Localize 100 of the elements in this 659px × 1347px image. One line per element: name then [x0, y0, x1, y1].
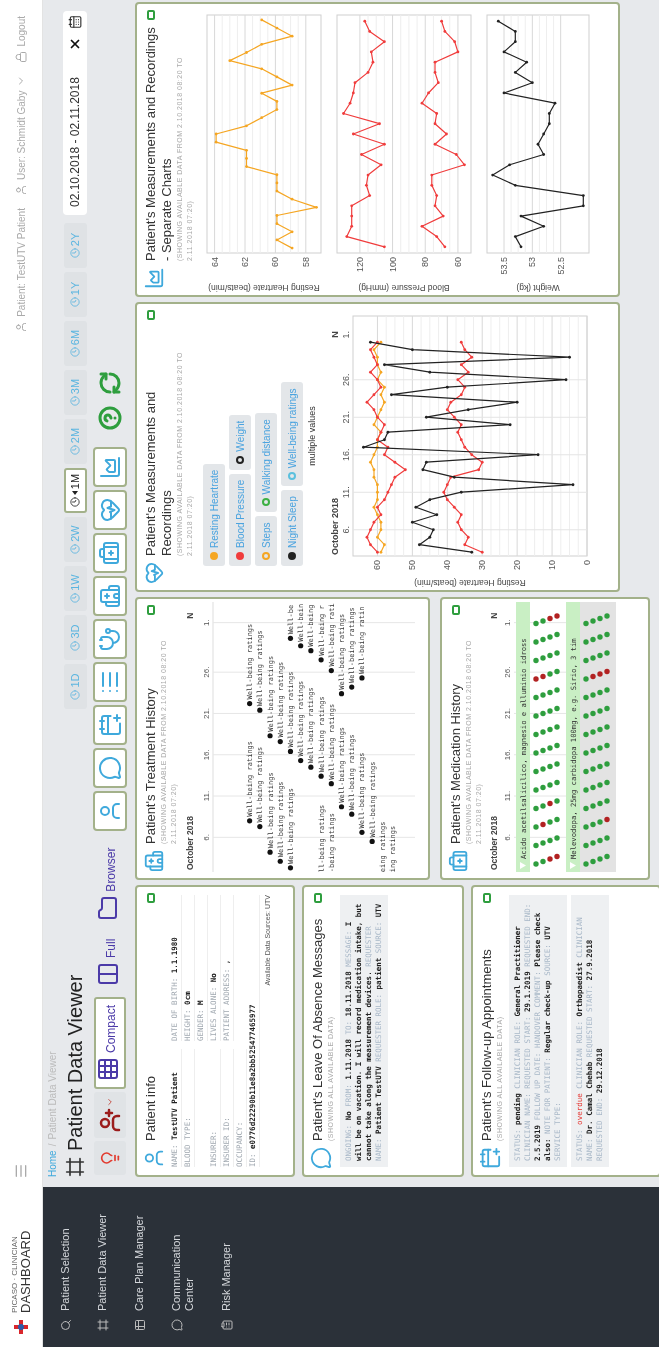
- toggle-icon[interactable]: [452, 605, 460, 615]
- panel-title: Patient's Leave Of Absence Messages: [310, 917, 326, 1141]
- event-marker: [287, 635, 294, 641]
- clock-icon: [70, 543, 80, 554]
- toggle-icon[interactable]: [147, 605, 155, 615]
- sidebar-item[interactable]: Risk Manager: [208, 1187, 245, 1347]
- add-patient-button[interactable]: [94, 1092, 126, 1138]
- time-range-button[interactable]: 1M: [63, 468, 87, 513]
- hospital-icon: [143, 850, 165, 872]
- event-marker: [359, 675, 365, 681]
- panel-button[interactable]: [93, 618, 127, 659]
- tick-label: 6.: [341, 526, 351, 534]
- panel-button[interactable]: [93, 704, 127, 745]
- tick-label: 52.5: [555, 257, 566, 275]
- toggle-icon[interactable]: [147, 893, 155, 903]
- event-marker: [287, 748, 294, 755]
- tick-label: 21.: [341, 411, 351, 424]
- sidebar-item[interactable]: Communication Center: [158, 1187, 208, 1347]
- date-label: 21.: [202, 707, 211, 720]
- tick-label: 26.: [341, 373, 351, 386]
- time-range-button[interactable]: 1W: [63, 566, 87, 611]
- time-range-button[interactable]: 1D: [63, 664, 87, 709]
- tick-label: 120: [354, 257, 365, 273]
- event-marker: [298, 643, 304, 649]
- series-toggle[interactable]: Blood Pressure: [229, 473, 251, 566]
- event-marker: [349, 811, 355, 817]
- panel-title: Patient's Measurements and Recordings - Separate Charts: [143, 26, 175, 261]
- date-label: 1.: [202, 619, 211, 626]
- time-range-button[interactable]: 3M: [63, 370, 87, 415]
- event-marker: [277, 738, 283, 745]
- chart-title: multiple values: [307, 406, 317, 466]
- panel-button[interactable]: [93, 575, 127, 616]
- date-label: 1.: [503, 619, 512, 626]
- series-toggle[interactable]: Walking distance: [255, 413, 277, 513]
- event-marker: [267, 733, 273, 739]
- clock-icon: [70, 297, 80, 308]
- stethoscope-icon: [98, 626, 122, 651]
- panel-button[interactable]: [93, 747, 127, 788]
- view-mode-button[interactable]: Compact: [94, 996, 126, 1089]
- sidebar-item[interactable]: Patient Selection: [47, 1187, 84, 1347]
- logo-icon: [13, 1319, 29, 1335]
- clock-icon: [70, 497, 80, 508]
- date-range-field[interactable]: 02.10.2018 - 02.11.2018: [63, 55, 87, 215]
- tick-label: 53: [527, 257, 538, 267]
- event-marker: [267, 849, 273, 855]
- user-menu[interactable]: User: Schmidt Gaby: [13, 74, 29, 197]
- calendar-icon: [68, 15, 82, 29]
- time-range-button[interactable]: 2Y: [63, 223, 87, 268]
- event-marker: [338, 804, 345, 810]
- tips-button[interactable]: [94, 1141, 126, 1175]
- event-marker: [277, 858, 283, 864]
- calendar-button[interactable]: [63, 11, 87, 33]
- event-marker: [298, 757, 304, 764]
- view-mode-button[interactable]: Full: [94, 930, 126, 994]
- toggle-icon[interactable]: [314, 893, 322, 903]
- clock-icon: [70, 347, 80, 358]
- event-marker: [318, 657, 324, 663]
- panel-button[interactable]: [93, 532, 127, 573]
- date-label: 6.: [503, 834, 512, 841]
- toggle-icon[interactable]: [483, 893, 491, 903]
- tick-label: 60: [270, 257, 281, 267]
- time-range-button[interactable]: 6M: [63, 321, 87, 366]
- panel-button[interactable]: [93, 446, 127, 487]
- event-marker: [369, 838, 375, 845]
- month-label: N: [185, 612, 195, 619]
- panel-button[interactable]: [93, 661, 127, 702]
- clock-icon: [70, 592, 80, 603]
- toggle-icon[interactable]: [147, 310, 155, 320]
- time-range-button[interactable]: 2M: [63, 419, 87, 464]
- axis-label: Weight (kg): [516, 283, 560, 293]
- sidebar-item[interactable]: Patient Data Viewer: [84, 1187, 121, 1347]
- date-label: 21.: [503, 707, 512, 720]
- view-mode-button[interactable]: Browser: [94, 839, 126, 928]
- axis-label: Resting Heartrate (beats/min): [208, 283, 320, 293]
- date-label: 26.: [202, 666, 211, 678]
- grid-icon: [96, 1057, 120, 1081]
- tick-label: 62: [240, 257, 250, 267]
- panel-button[interactable]: [93, 489, 127, 530]
- tick-label: 20: [512, 560, 523, 570]
- series-toggle[interactable]: Steps: [255, 516, 277, 566]
- logout-link[interactable]: Logout: [13, 16, 29, 63]
- clock-icon: [70, 396, 80, 407]
- panel-button[interactable]: [93, 790, 127, 831]
- tick-label: 40: [442, 560, 453, 570]
- event-marker: [257, 824, 263, 830]
- calendar-plus-icon: [98, 712, 122, 737]
- event-marker: [257, 707, 263, 713]
- series-toggle[interactable]: Resting Heartrate: [203, 463, 225, 566]
- time-range-button[interactable]: 1Y: [63, 272, 87, 317]
- toggle-icon[interactable]: [147, 10, 155, 20]
- time-range-button[interactable]: 3D: [63, 615, 87, 660]
- person-plus-icon: [98, 1108, 122, 1133]
- event-marker: [308, 764, 314, 770]
- sidebar-item[interactable]: Care Plan Manager: [121, 1187, 158, 1347]
- month-label: October 2018: [185, 816, 195, 870]
- series-toggle[interactable]: Well-being ratings: [281, 382, 303, 487]
- time-range-button[interactable]: 2W: [63, 517, 87, 562]
- series-toggle[interactable]: Night Sleep: [281, 490, 303, 566]
- breadcrumb-link[interactable]: Home: [45, 1150, 60, 1177]
- series-toggle[interactable]: Weight: [229, 414, 251, 470]
